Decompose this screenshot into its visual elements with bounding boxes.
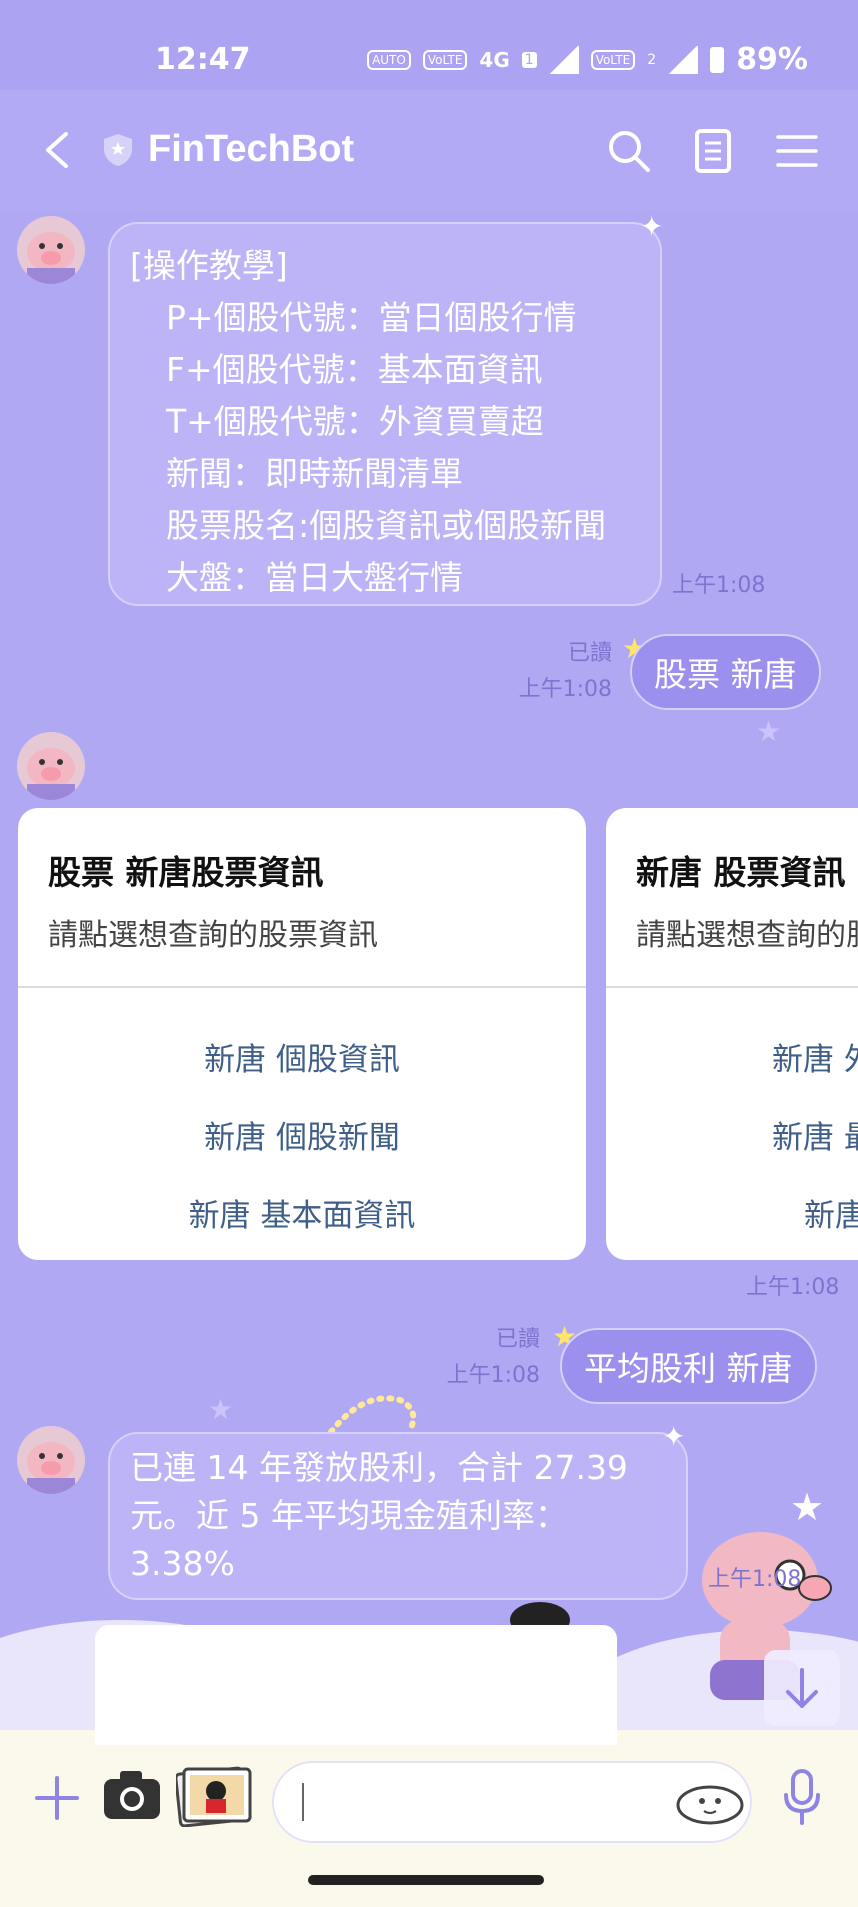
battery-icon [710, 46, 725, 73]
signal-icon [548, 45, 579, 74]
help-line: 大盤：當日大盤行情 [166, 558, 463, 597]
shield-icon [104, 134, 132, 166]
bot-avatar[interactable] [17, 732, 85, 800]
sim1-badge: 1 [521, 51, 537, 68]
card-divider [18, 986, 586, 988]
camera-icon[interactable] [102, 1767, 162, 1823]
read-receipt: 已讀 [495, 1327, 540, 1352]
sparkle-decoration: ✦ [640, 210, 664, 243]
sticker-icon[interactable] [672, 1777, 748, 1827]
volte2-icon: VoLTE [590, 49, 636, 70]
text-cursor [302, 1783, 304, 1821]
plus-icon[interactable] [34, 1775, 80, 1821]
card-title: 新唐 股票資訊 [636, 853, 846, 892]
card-action-button[interactable]: 新唐 最 [772, 1112, 858, 1157]
card-action-button[interactable]: 新唐 外 [772, 1034, 858, 1079]
message-time: 上午1:08 [746, 1275, 840, 1300]
battery-percent: 89% [736, 42, 808, 77]
help-line: F+個股代號：基本面資訊 [166, 350, 543, 389]
status-bar: 12:47 AUTO VoLTE 4G 1 VoLTE 2 89% [0, 0, 858, 90]
menu-icon[interactable] [774, 128, 820, 174]
bot-avatar[interactable] [17, 216, 85, 284]
status-icons: AUTO VoLTE 4G 1 VoLTE 2 89% [367, 42, 808, 77]
photo-gallery-icon[interactable] [176, 1765, 252, 1827]
search-icon[interactable] [606, 128, 652, 174]
sparkle-decoration: ✦ [662, 1420, 686, 1453]
message-time: 上午1:08 [672, 573, 766, 598]
card-action-button[interactable]: 新唐 個股資訊 [18, 1034, 586, 1079]
dividend-line: 元。近 5 年平均現金殖利率： [130, 1496, 568, 1535]
star-decoration: ★ [756, 715, 782, 748]
card-action-button[interactable]: 新唐 [804, 1190, 858, 1235]
arrow-down-icon [786, 1668, 818, 1708]
card-subtitle: 請點選想查詢的股 [636, 918, 858, 953]
dividend-line: 3.38% [130, 1544, 235, 1583]
card-title: 股票 新唐股票資訊 [48, 853, 324, 892]
pig-avatar-icon [27, 748, 75, 800]
message-time: 上午1:08 [446, 1363, 540, 1388]
stock-info-card: 新唐 股票資訊 請點選想查詢的股 新唐 外 新唐 最 新唐 [606, 808, 858, 1260]
help-line: 股票股名:個股資訊或個股新聞 [166, 506, 607, 545]
stock-info-card: 股票 新唐股票資訊 請點選想查詢的股票資訊 新唐 個股資訊 新唐 個股新聞 新唐… [18, 808, 586, 1260]
status-time: 12:47 [155, 42, 251, 77]
sim2-badge: 2 [647, 51, 657, 68]
incoming-card-preview [95, 1625, 617, 1745]
help-line: 新聞：即時新聞清單 [166, 454, 463, 493]
message-input-bar [0, 1745, 858, 1907]
signal2-icon [668, 45, 699, 74]
star-decoration: ★ [790, 1485, 825, 1529]
chat-area[interactable]: ★ ★ ★ [操作教學] P+個股代號：當日個股行情 F+個股代號：基本面資訊 … [0, 210, 858, 1745]
home-indicator[interactable] [308, 1875, 544, 1885]
volte-icon: VoLTE [422, 49, 468, 70]
notes-icon[interactable] [690, 128, 736, 174]
chat-title: FinTechBot [148, 128, 355, 170]
bot-message-dividend: 已連 14 年發放股利，合計 27.39 元。近 5 年平均現金殖利率： 3.3… [108, 1432, 688, 1600]
pig-avatar-icon [27, 232, 75, 284]
user-message: 股票 新唐 [630, 634, 821, 710]
network-type: 4G [479, 47, 510, 72]
message-time: 上午1:08 [518, 677, 612, 702]
help-line: P+個股代號：當日個股行情 [166, 298, 577, 337]
scroll-to-bottom-button[interactable] [764, 1650, 840, 1726]
read-receipt: 已讀 [567, 641, 612, 666]
dividend-line: 已連 14 年發放股利，合計 27.39 [130, 1448, 628, 1487]
user-message-text: 平均股利 新唐 [584, 1349, 793, 1388]
card-divider [606, 986, 858, 988]
auto-icon: AUTO [367, 49, 411, 70]
star-decoration: ★ [208, 1393, 234, 1426]
pig-avatar-icon [27, 1442, 75, 1494]
message-time: 上午1:08 [708, 1567, 802, 1592]
bot-message-help: [操作教學] P+個股代號：當日個股行情 F+個股代號：基本面資訊 T+個股代號… [108, 222, 662, 606]
user-message-text: 股票 新唐 [654, 655, 797, 694]
card-action-button[interactable]: 新唐 基本面資訊 [18, 1190, 586, 1235]
card-subtitle: 請點選想查詢的股票資訊 [48, 918, 378, 953]
microphone-icon[interactable] [782, 1769, 822, 1825]
user-message: 平均股利 新唐 [560, 1328, 817, 1404]
help-line: T+個股代號：外資買賣超 [166, 402, 544, 441]
back-arrow-icon[interactable] [40, 130, 76, 170]
bot-avatar[interactable] [17, 1426, 85, 1494]
chat-header: FinTechBot [0, 90, 858, 210]
help-title: [操作教學] [130, 246, 288, 285]
card-action-button[interactable]: 新唐 個股新聞 [18, 1112, 586, 1157]
